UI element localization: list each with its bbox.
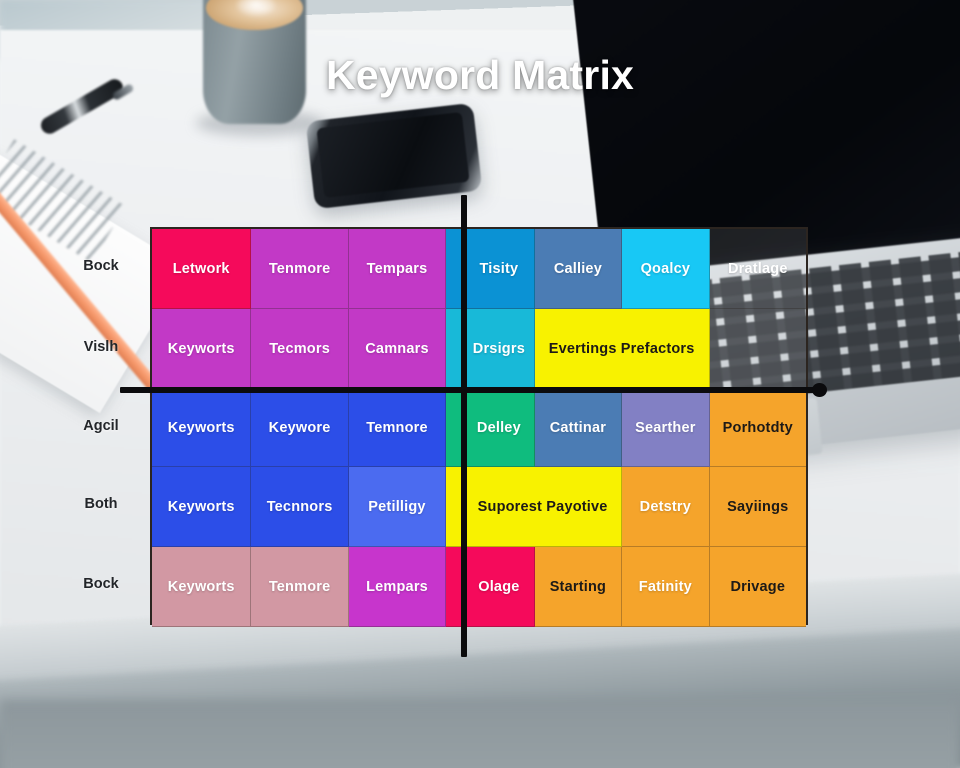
matrix-cell[interactable]: Keyworts <box>152 467 251 547</box>
table-row: KeywortsKeyworeTemnore DelleyCattinarSear… <box>152 390 806 467</box>
matrix-cell[interactable]: Temnore <box>349 390 446 467</box>
matrix-cell[interactable]: Lempars <box>349 547 446 627</box>
matrix-cell[interactable]: Tenmore <box>251 547 348 627</box>
matrix-cell[interactable]: Keywore <box>251 390 348 467</box>
matrix-cell[interactable]: Cattinar <box>535 390 622 467</box>
table-row: LetworkTenmoreTempars TisityCallieyQoalcy… <box>152 229 806 309</box>
matrix-cell[interactable]: Keyworts <box>152 390 251 467</box>
matrix-cell[interactable]: Letwork <box>152 229 251 309</box>
floor <box>0 700 960 768</box>
row-label: Bock <box>58 576 144 592</box>
table-row: KeywortsTenmoreLempars OlageStartingFatin… <box>152 547 806 627</box>
matrix-cell[interactable]: Detstry <box>622 467 709 547</box>
matrix-cell[interactable]: Sayiings <box>710 467 806 547</box>
matrix-cell[interactable]: Evertings Prefactors <box>535 309 710 390</box>
matrix-cell[interactable]: Calliey <box>535 229 622 309</box>
matrix-cell[interactable]: Drivage <box>710 547 806 627</box>
page-title: Keyword Matrix <box>0 52 960 99</box>
matrix-cell[interactable]: Olage <box>464 547 535 627</box>
keyword-matrix: LetworkTenmoreTemparsTisityCallieyQoalcy… <box>150 227 808 625</box>
matrix-cell[interactable]: Keyworts <box>152 547 251 627</box>
screenshot-canvas: Keyword Matrix Bock Vislh Agcil Both Bock Le… <box>0 0 960 768</box>
matrix-cell[interactable]: Camnars <box>349 309 446 390</box>
matrix-cell[interactable]: Fatinity <box>622 547 709 627</box>
row-label: Bock <box>58 258 144 274</box>
matrix-cell-empty[interactable] <box>710 309 806 390</box>
table-row: KeywortsTecnnorsPetilligySuporest Payoti… <box>152 467 806 547</box>
matrix-cell[interactable]: Petilligy <box>349 467 446 547</box>
matrix-cell[interactable]: Drsigrs <box>464 309 535 390</box>
matrix-cell[interactable]: Searther <box>622 390 709 467</box>
horizontal-line-endpoint-marker <box>812 383 827 397</box>
matrix-cell[interactable]: Starting <box>535 547 622 627</box>
row-label: Both <box>58 496 144 512</box>
matrix-cell[interactable]: Keyworts <box>152 309 251 390</box>
row-label: Agcil <box>58 418 144 434</box>
matrix-cell[interactable]: Dratlage <box>710 229 806 309</box>
matrix-cell[interactable]: Porhotdty <box>710 390 806 467</box>
table-row: KeywortsTecmorsCamnars DrsigrsEvertings P… <box>152 309 806 390</box>
matrix-cell[interactable]: Tempars <box>349 229 446 309</box>
matrix-cell[interactable]: Tecmors <box>251 309 348 390</box>
matrix-cell[interactable]: Delley <box>464 390 535 467</box>
matrix-cell[interactable]: Tecnnors <box>251 467 348 547</box>
row-label: Vislh <box>58 339 144 355</box>
matrix-cell[interactable]: Tenmore <box>251 229 348 309</box>
matrix-cell[interactable]: Qoalcy <box>622 229 709 309</box>
vertical-divider-line <box>461 195 467 657</box>
matrix-cell[interactable]: Tisity <box>464 229 535 309</box>
matrix-cell[interactable]: Suporest Payotive <box>464 467 622 547</box>
horizontal-divider-line <box>120 387 824 393</box>
